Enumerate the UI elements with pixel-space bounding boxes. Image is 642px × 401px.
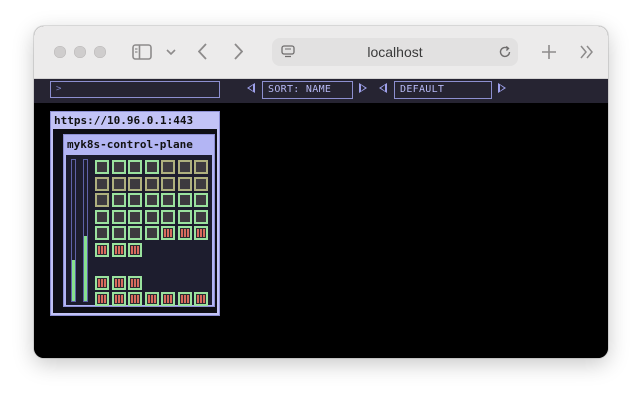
zoom-window-button[interactable] [94,46,106,58]
pod-job[interactable] [112,292,126,306]
pod-olive[interactable] [112,177,126,191]
pod-run[interactable] [161,210,175,224]
pod-olive[interactable] [178,160,192,174]
pod-job[interactable] [194,226,208,240]
pod-olive[interactable] [178,177,192,191]
pod-job[interactable] [161,292,175,306]
pod-run[interactable] [161,193,175,207]
dashboard-toolbar: > SORT: NAME DEFAULT [34,79,608,103]
pod-olive[interactable] [95,177,109,191]
pod-run[interactable] [112,210,126,224]
pod-job[interactable] [95,243,109,257]
mode-next-arrow-icon[interactable] [498,83,506,93]
address-bar[interactable]: localhost [272,38,518,66]
back-icon[interactable] [198,43,208,60]
pod-run[interactable] [145,226,159,240]
node-panel[interactable]: myk8s-control-plane [63,134,215,307]
memory-usage-bar [83,159,88,302]
forward-icon[interactable] [233,43,243,60]
node-name: myk8s-control-plane [67,138,193,151]
pod-job[interactable] [128,292,142,306]
cpu-usage-bar [71,159,76,302]
pod-olive[interactable] [194,160,208,174]
pod-job[interactable] [178,292,192,306]
pod-job[interactable] [194,292,208,306]
pod-run[interactable] [145,210,159,224]
cluster-panel: https://10.96.0.1:443 myk8s-control-plan… [50,111,220,316]
chevron-down-icon[interactable] [166,49,176,56]
minimize-window-button[interactable] [74,46,86,58]
sort-prev-arrow-icon[interactable] [247,83,255,93]
more-tabs-icon[interactable] [579,45,595,59]
pod-job[interactable] [161,226,175,240]
pod-run[interactable] [112,226,126,240]
address-text: localhost [367,44,423,60]
pod-run[interactable] [128,160,142,174]
pod-run[interactable] [194,193,208,207]
pod-run[interactable] [112,160,126,174]
browser-titlebar: localhost [34,26,608,79]
pod-olive[interactable] [161,177,175,191]
pod-job[interactable] [95,292,109,306]
pod-run[interactable] [128,226,142,240]
pod-run[interactable] [145,160,159,174]
pod-job[interactable] [112,243,126,257]
pod-run[interactable] [128,210,142,224]
pod-olive[interactable] [161,160,175,174]
pod-run[interactable] [112,193,126,207]
dashboard-canvas: https://10.96.0.1:443 myk8s-control-plan… [34,103,608,358]
pod-job[interactable] [178,226,192,240]
pod-olive[interactable] [95,193,109,207]
pod-run[interactable] [145,193,159,207]
node-body [66,155,212,306]
pod-job[interactable] [128,276,142,290]
pod-run[interactable] [95,210,109,224]
pod-run[interactable] [194,210,208,224]
pod-run[interactable] [178,210,192,224]
pod-run[interactable] [95,226,109,240]
reload-icon[interactable] [498,45,512,59]
pod-olive[interactable] [194,177,208,191]
pod-olive[interactable] [145,177,159,191]
pod-run[interactable] [128,193,142,207]
browser-window: localhost > SORT: NAME DEFAULT https://1… [34,26,608,358]
close-window-button[interactable] [54,46,66,58]
pod-job[interactable] [145,292,159,306]
sort-next-arrow-icon[interactable] [359,83,367,93]
pod-job[interactable] [128,243,142,257]
mode-prev-arrow-icon[interactable] [379,83,387,93]
cluster-nodes-area: myk8s-control-plane [53,129,217,313]
cluster-endpoint: https://10.96.0.1:443 [54,114,194,127]
sort-selector[interactable]: SORT: NAME [262,81,353,99]
pod-job[interactable] [95,276,109,290]
filter-input[interactable]: > [50,81,220,98]
pod-job[interactable] [112,276,126,290]
mode-selector[interactable]: DEFAULT [394,81,492,99]
pod-olive[interactable] [128,177,142,191]
pod-run[interactable] [178,193,192,207]
new-tab-icon[interactable] [541,44,557,60]
pod-run[interactable] [95,160,109,174]
sidebar-icon[interactable] [132,44,152,60]
